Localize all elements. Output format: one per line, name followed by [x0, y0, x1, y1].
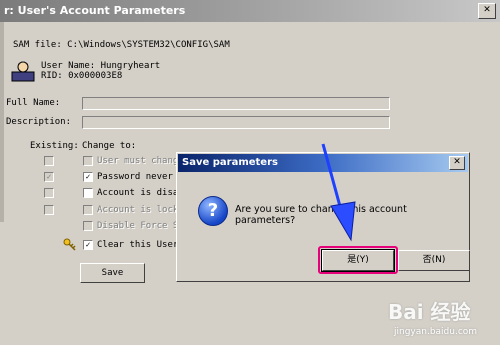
- baidu-watermark: Bai 经验: [388, 300, 471, 324]
- option-locked: Account is lock: [97, 205, 179, 215]
- window-titlebar: r: User's Account Parameters ✕: [0, 0, 500, 22]
- option-disabled: Account is disa: [97, 188, 179, 198]
- question-icon: ?: [198, 196, 228, 226]
- existing-checkbox-locked: [44, 205, 54, 215]
- option-password-never: Password never: [97, 172, 173, 182]
- change-checkbox-password-never[interactable]: ✓: [83, 172, 93, 182]
- user-rid: RID: 0x000003E8: [41, 71, 123, 81]
- description-label: Description:: [6, 117, 72, 127]
- change-to-label: Change to:: [82, 141, 137, 151]
- arrow-annotation: [321, 143, 356, 242]
- option-must-change: User must chang: [97, 156, 179, 166]
- save-button[interactable]: Save: [80, 263, 145, 283]
- change-checkbox-must-change[interactable]: [83, 156, 93, 166]
- existing-checkbox-password-never: ✓: [44, 172, 54, 182]
- watermark-url: jingyan.baidu.com: [394, 327, 478, 337]
- full-name-label: Full Name:: [6, 98, 61, 108]
- dialog-title: Save parameters: [182, 157, 278, 168]
- existing-checkbox-must-change: [44, 156, 54, 166]
- description-field[interactable]: [82, 116, 390, 129]
- no-button[interactable]: 否(N): [398, 250, 470, 271]
- existing-checkbox-disabled: [44, 188, 54, 198]
- window-title: r: User's Account Parameters: [4, 4, 186, 17]
- option-force-smartcard: Disable Force S: [97, 221, 179, 231]
- change-checkbox-clear-password[interactable]: ✓: [83, 240, 93, 250]
- window-close-button[interactable]: ✕: [478, 3, 496, 19]
- existing-label: Existing:: [30, 141, 79, 151]
- change-checkbox-disabled[interactable]: [83, 188, 93, 198]
- change-checkbox-force-smartcard[interactable]: [83, 221, 93, 231]
- option-clear-password: Clear this User: [97, 240, 179, 250]
- highlight-box: [318, 246, 398, 274]
- full-name-field[interactable]: [82, 97, 390, 110]
- sam-file-path: SAM file: C:\Windows\SYSTEM32\CONFIG\SAM: [13, 40, 230, 50]
- user-icon: [11, 61, 35, 82]
- user-name: User Name: Hungryheart: [41, 61, 161, 71]
- key-icon: [63, 238, 76, 251]
- change-checkbox-locked[interactable]: [83, 205, 93, 215]
- dialog-close-button[interactable]: ✕: [449, 156, 465, 170]
- left-edge: [0, 22, 4, 222]
